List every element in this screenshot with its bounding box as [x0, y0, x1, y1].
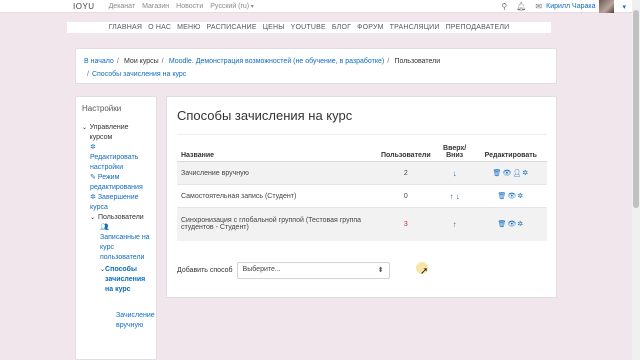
breadcrumb-course[interactable]: Moodle. Демонстрация возможностей (не об…: [169, 58, 384, 65]
menu-about[interactable]: О НАС: [148, 24, 171, 31]
page-scrollbar[interactable]: [632, 0, 640, 360]
tree-enrol-methods[interactable]: ⌄ Способы зачисления на курс: [100, 265, 150, 295]
nav-dekanat[interactable]: Деканат: [109, 3, 136, 10]
col-edit: Редактировать: [474, 134, 547, 162]
tree-edit-mode[interactable]: Режим редактирования: [90, 174, 143, 191]
tree-edit-settings[interactable]: Редактировать настройки: [90, 154, 138, 171]
gear-icon: ✲: [90, 194, 96, 201]
search-icon[interactable]: ⚲: [501, 2, 507, 11]
avatar[interactable]: [599, 0, 615, 13]
tree-users[interactable]: ⌄ Пользователи: [90, 213, 150, 223]
page-title: Способы зачисления на курс: [177, 108, 353, 123]
table-row: Зачисление вручную 2 ↓ 🗑︎👁︎👤︎✲: [177, 161, 547, 185]
main-content: Способы зачисления на курс Название Поль…: [166, 96, 557, 298]
settings-block: Настройки ⌄ Управление курсом ✲ Редактиро…: [75, 96, 157, 360]
site-brand[interactable]: IOYU: [73, 2, 95, 11]
user-area: ⚲ 🔔︎ ✉︎ Кирилл Чарака ▾: [501, 0, 632, 13]
settings-title: Настройки: [82, 104, 122, 113]
breadcrumb-users: Пользователи: [394, 58, 441, 65]
menu-blog[interactable]: БЛОГ: [332, 24, 351, 31]
tree-complete-course[interactable]: Завершение курса: [90, 194, 139, 211]
row-name: Самостоятельная запись (Студент): [177, 184, 377, 208]
gear-icon[interactable]: ✲: [522, 170, 529, 177]
user-menu-caret[interactable]: ▾: [622, 3, 626, 11]
menu-forum[interactable]: ФОРУМ: [357, 24, 384, 31]
move-up-down-icon[interactable]: ↑ ↓: [434, 184, 475, 208]
gear-icon: ✲: [90, 144, 96, 151]
bell-icon[interactable]: 🔔︎: [516, 2, 526, 11]
delete-icon[interactable]: 🗑︎: [497, 221, 507, 228]
menu-prices[interactable]: ЦЕНЫ: [263, 24, 285, 31]
top-navbar: IOYU Деканат Магазин Новости Русский (ru…: [0, 0, 632, 13]
menu-broadcasts[interactable]: ТРАНСЛЯЦИИ: [390, 24, 440, 31]
row-actions: 🗑︎👁︎✲: [474, 184, 547, 208]
gear-icon[interactable]: ✲: [517, 221, 524, 228]
scrollbar-thumb[interactable]: [633, 10, 639, 208]
tree-course-admin[interactable]: ⌄ Управление курсом: [82, 123, 150, 143]
users-icon: 👥︎: [100, 224, 109, 231]
row-name: Зачисление вручную: [177, 161, 377, 185]
eye-icon[interactable]: 👁︎: [507, 221, 517, 228]
enrol-users-icon[interactable]: 👤︎: [512, 170, 522, 177]
add-method-label: Добавить способ: [177, 267, 233, 274]
chevron-down-icon: ⌄: [82, 125, 88, 131]
eye-icon[interactable]: 👁︎: [502, 170, 512, 177]
tree-manual-enrol[interactable]: Зачисление вручную: [116, 312, 155, 329]
pencil-icon: ✎: [90, 174, 96, 181]
row-actions: 🗑︎👁︎👤︎✲: [474, 161, 547, 185]
row-users: 3: [377, 207, 435, 241]
col-users: Пользователи: [377, 134, 435, 162]
menu-teachers[interactable]: ПРЕПОДАВАТЕЛИ: [446, 24, 510, 31]
breadcrumb-enrol-methods[interactable]: Способы зачисления на курс: [92, 71, 186, 78]
row-users: 0: [377, 184, 435, 208]
row-name: Синхронизация с глобальной группой (Тест…: [177, 207, 377, 241]
table-row: Синхронизация с глобальной группой (Тест…: [177, 207, 547, 241]
add-method-select[interactable]: Выберите...: [236, 262, 390, 279]
enrol-methods-table: Название Пользователи Вверх/ Вниз Редакт…: [177, 134, 547, 241]
delete-icon[interactable]: 🗑︎: [493, 170, 503, 177]
move-up-icon[interactable]: ↑: [434, 207, 475, 241]
col-name: Название: [177, 134, 377, 162]
move-down-icon[interactable]: ↓: [434, 161, 475, 185]
menu-menu[interactable]: МЕНЮ: [177, 24, 200, 31]
gear-icon[interactable]: ✲: [517, 193, 524, 200]
breadcrumb-my-courses: Мои курсы: [124, 58, 159, 65]
nav-news[interactable]: Новости: [176, 3, 203, 10]
breadcrumb: В начало / Мои курсы / Moodle. Демонстраци…: [75, 48, 557, 84]
col-updown: Вверх/ Вниз: [434, 134, 475, 162]
row-users: 2: [377, 161, 435, 185]
menu-youtube[interactable]: YOUTUBE: [291, 24, 326, 31]
breadcrumb-home[interactable]: В начало: [84, 58, 114, 65]
nav-shop[interactable]: Магазин: [142, 3, 169, 10]
user-name[interactable]: Кирилл Чарака: [546, 3, 595, 10]
mouse-cursor-icon: ➚: [420, 266, 429, 277]
menu-home[interactable]: ГЛАВНАЯ: [109, 24, 143, 31]
add-method-row: Добавить способ Выберите...: [177, 262, 390, 279]
top-nav: Деканат Магазин Новости Русский (ru): [109, 3, 261, 10]
row-actions: 🗑︎👁︎✲: [474, 207, 547, 241]
tree-enrolled-users[interactable]: Записанные на курс пользователи: [100, 234, 150, 261]
language-menu[interactable]: Русский (ru): [210, 3, 254, 10]
chevron-down-icon: ⌄: [90, 215, 96, 221]
eye-icon[interactable]: 👁︎: [507, 193, 517, 200]
main-menu: ГЛАВНАЯ О НАС МЕНЮ РАСПИСАНИЕ ЦЕНЫ YOUTU…: [67, 22, 551, 33]
menu-schedule[interactable]: РАСПИСАНИЕ: [207, 24, 257, 31]
delete-icon[interactable]: 🗑︎: [497, 193, 507, 200]
chat-icon[interactable]: ✉︎: [535, 2, 542, 11]
table-row: Самостоятельная запись (Студент) 0 ↑ ↓ 🗑…: [177, 184, 547, 208]
